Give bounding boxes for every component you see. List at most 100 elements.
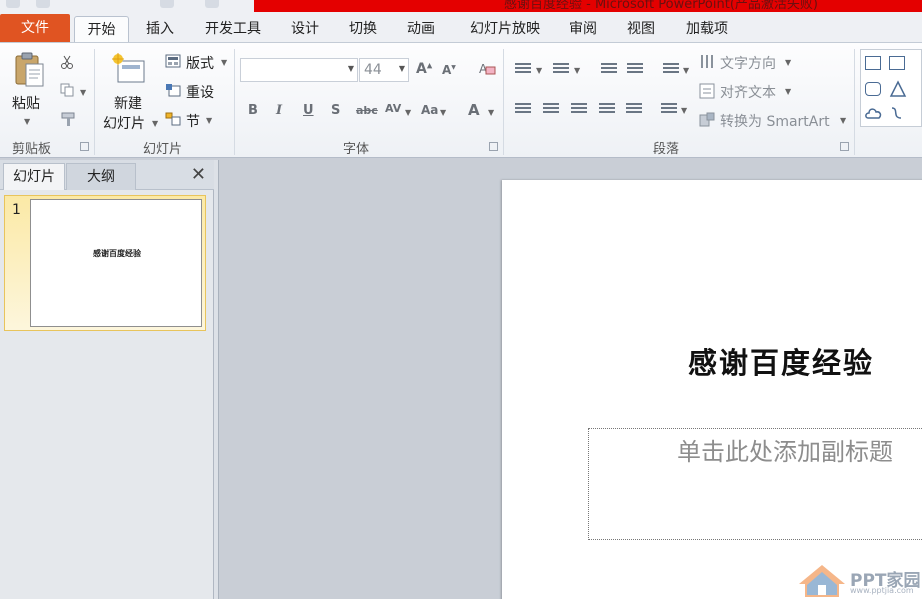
paste-dropdown-icon[interactable]: ▼: [24, 117, 30, 126]
new-slide-label-line1[interactable]: 新建: [114, 93, 142, 113]
pane-tab-slides[interactable]: 幻灯片: [3, 163, 65, 190]
smartart-dropdown-icon[interactable]: ▼: [840, 116, 846, 125]
font-name-combobox[interactable]: ▼: [240, 58, 358, 82]
font-color-dropdown-icon[interactable]: ▼: [488, 108, 494, 117]
strikethrough-icon[interactable]: abc: [356, 104, 378, 117]
font-group-label: 字体: [343, 142, 370, 157]
pane-tab-outline[interactable]: 大纲: [66, 163, 136, 190]
tab-design[interactable]: 设计: [282, 16, 328, 42]
slide-number: 1: [12, 202, 21, 218]
character-spacing-dropdown-icon[interactable]: ▼: [405, 108, 411, 117]
shapes-gallery[interactable]: [860, 49, 922, 127]
slide-thumbnail-selected[interactable]: 1 感谢百度经验: [4, 195, 206, 331]
align-center-icon[interactable]: [543, 103, 559, 117]
align-text-icon[interactable]: [699, 83, 715, 99]
copy-icon[interactable]: [60, 83, 76, 97]
new-slide-label-line2[interactable]: 幻灯片: [103, 113, 145, 133]
line-spacing-dropdown-icon[interactable]: ▼: [683, 66, 689, 75]
new-slide-dropdown-icon[interactable]: ▼: [152, 119, 158, 128]
character-spacing-icon[interactable]: AV: [385, 102, 401, 115]
font-size-combobox[interactable]: 44 ▼: [359, 58, 409, 82]
slides-pane: 幻灯片 大纲 ✕ 1 感谢百度经验: [0, 160, 214, 599]
pane-tabs: 幻灯片 大纲 ✕: [0, 160, 214, 190]
quick-access-undo-icon[interactable]: [36, 0, 50, 8]
columns-icon[interactable]: [661, 103, 677, 117]
columns-dropdown-icon[interactable]: ▼: [681, 106, 687, 115]
font-launcher-icon[interactable]: [489, 142, 498, 151]
clipboard-launcher-icon[interactable]: [80, 142, 89, 151]
justify-icon[interactable]: [599, 103, 615, 117]
text-direction-icon[interactable]: [699, 54, 715, 70]
text-shadow-icon[interactable]: S: [331, 103, 340, 118]
layout-button[interactable]: 版式: [186, 53, 214, 73]
slide-title-text[interactable]: 感谢百度经验: [688, 340, 874, 382]
convert-to-smartart-button[interactable]: 转换为 SmartArt: [720, 111, 830, 131]
paragraph-launcher-icon[interactable]: [840, 142, 849, 151]
shape-triangle-icon[interactable]: [889, 80, 907, 98]
tab-addins[interactable]: 加载项: [676, 16, 738, 42]
bold-icon[interactable]: B: [248, 103, 258, 118]
shape-cloud-icon[interactable]: [865, 104, 883, 122]
text-direction-button[interactable]: 文字方向: [720, 53, 776, 73]
slide-canvas[interactable]: 感谢百度经验 单击此处添加副标题: [502, 180, 922, 599]
subtitle-placeholder-box[interactable]: 单击此处添加副标题: [588, 428, 922, 540]
font-size-dropdown-icon[interactable]: ▼: [399, 64, 405, 73]
subtitle-placeholder-text[interactable]: 单击此处添加副标题: [677, 432, 893, 467]
shape-curve-icon[interactable]: [889, 104, 907, 122]
font-name-dropdown-icon[interactable]: ▼: [348, 64, 354, 73]
align-text-button[interactable]: 对齐文本: [720, 82, 776, 102]
bullets-dropdown-icon[interactable]: ▼: [536, 66, 542, 75]
smartart-icon[interactable]: [699, 112, 715, 128]
align-text-dropdown-icon[interactable]: ▼: [785, 87, 791, 96]
bullets-icon[interactable]: [515, 63, 531, 77]
reset-button[interactable]: 重设: [186, 82, 214, 102]
paste-button[interactable]: 粘贴: [12, 93, 40, 113]
tab-file[interactable]: 文件: [0, 14, 70, 42]
tab-transitions[interactable]: 切换: [340, 16, 386, 42]
section-dropdown-icon[interactable]: ▼: [206, 116, 212, 125]
numbering-icon[interactable]: [553, 63, 569, 77]
slide-thumbnail[interactable]: 感谢百度经验: [30, 199, 202, 327]
change-case-dropdown-icon[interactable]: ▼: [440, 108, 446, 117]
grow-font-icon[interactable]: A▲: [416, 61, 432, 77]
tab-review[interactable]: 审阅: [560, 16, 606, 42]
font-color-icon[interactable]: A: [468, 101, 480, 119]
shape-rounded-rect-icon[interactable]: [865, 82, 881, 96]
quick-access-save-icon[interactable]: [6, 0, 20, 8]
tab-view[interactable]: 视图: [618, 16, 664, 42]
decrease-indent-icon[interactable]: [601, 63, 617, 77]
reset-icon[interactable]: [165, 83, 181, 97]
line-spacing-icon[interactable]: [663, 63, 679, 77]
numbering-dropdown-icon[interactable]: ▼: [574, 66, 580, 75]
quick-access-redo-icon[interactable]: [160, 0, 174, 8]
shape-vertical-textbox-icon[interactable]: [889, 56, 905, 70]
underline-icon[interactable]: U: [303, 103, 314, 118]
text-direction-dropdown-icon[interactable]: ▼: [785, 58, 791, 67]
tab-developer[interactable]: 开发工具: [194, 16, 272, 42]
pane-splitter[interactable]: [214, 160, 219, 599]
shape-textbox-icon[interactable]: [865, 56, 881, 70]
tab-animations[interactable]: 动画: [398, 16, 444, 42]
new-slide-icon[interactable]: [112, 53, 146, 85]
align-right-icon[interactable]: [571, 103, 587, 117]
section-button[interactable]: 节: [186, 111, 200, 131]
tab-insert[interactable]: 插入: [137, 16, 183, 42]
clear-formatting-icon[interactable]: A: [478, 61, 496, 77]
increase-indent-icon[interactable]: [627, 63, 643, 77]
distributed-icon[interactable]: [626, 103, 642, 117]
align-left-icon[interactable]: [515, 103, 531, 117]
tab-slideshow[interactable]: 幻灯片放映: [456, 16, 554, 42]
shrink-font-icon[interactable]: A▼: [442, 63, 456, 77]
cut-icon[interactable]: [60, 55, 74, 69]
close-icon[interactable]: ✕: [191, 164, 206, 185]
format-painter-icon[interactable]: [60, 111, 76, 127]
tab-home[interactable]: 开始: [74, 16, 129, 42]
section-icon[interactable]: [165, 112, 181, 126]
italic-icon[interactable]: I: [276, 103, 282, 118]
change-case-icon[interactable]: Aa: [421, 103, 438, 117]
copy-dropdown-icon[interactable]: ▼: [80, 88, 86, 97]
layout-icon[interactable]: [165, 54, 181, 68]
layout-dropdown-icon[interactable]: ▼: [221, 58, 227, 67]
paste-icon[interactable]: [14, 51, 46, 89]
quick-access-customize-icon[interactable]: [205, 0, 219, 8]
